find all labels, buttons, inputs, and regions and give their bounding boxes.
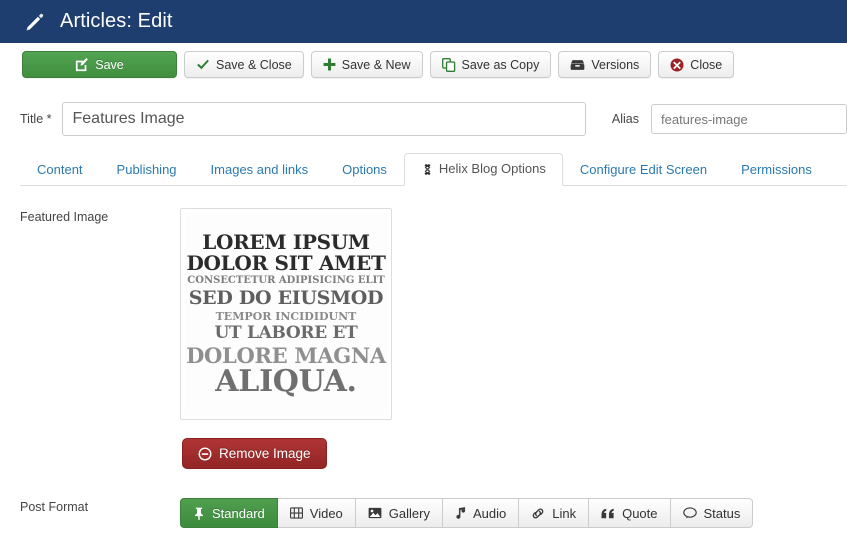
poster-line: DOLORE MAGNA bbox=[186, 345, 386, 366]
post-format-audio-label: Audio bbox=[473, 506, 506, 521]
post-format-audio-button[interactable]: Audio bbox=[443, 498, 519, 528]
tab-images-and-links-label: Images and links bbox=[211, 162, 309, 177]
save-as-copy-button[interactable]: Save as Copy bbox=[430, 51, 552, 78]
versions-button[interactable]: Versions bbox=[558, 51, 651, 78]
poster-line: UT LABORE ET bbox=[214, 325, 357, 342]
title-row: Title * Alias bbox=[0, 87, 847, 137]
minus-circle-icon bbox=[198, 447, 212, 461]
save-and-close-button[interactable]: Save & Close bbox=[184, 51, 304, 78]
tab-configure-edit-screen[interactable]: Configure Edit Screen bbox=[563, 154, 724, 186]
tab-bar: Content Publishing Images and links Opti… bbox=[0, 154, 847, 186]
speech-bubble-icon bbox=[683, 507, 697, 519]
tab-publishing-label: Publishing bbox=[117, 162, 177, 177]
tab-configure-edit-screen-label: Configure Edit Screen bbox=[580, 162, 707, 177]
title-label: Title * bbox=[20, 112, 52, 126]
title-input[interactable] bbox=[62, 102, 586, 136]
post-format-status-button[interactable]: Status bbox=[671, 498, 754, 528]
tab-options-label: Options bbox=[342, 162, 387, 177]
tab-permissions[interactable]: Permissions bbox=[724, 154, 829, 186]
poster-line: LOREM IPSUM bbox=[202, 232, 370, 252]
alias-input[interactable] bbox=[651, 104, 847, 134]
tab-options[interactable]: Options bbox=[325, 154, 404, 186]
close-button-label: Close bbox=[690, 58, 722, 72]
save-and-close-label: Save & Close bbox=[216, 58, 292, 72]
helix-blog-options-panel: Featured Image LOREM IPSUM DOLOR SIT AME… bbox=[0, 186, 847, 528]
poster-line: CONSECTETUR ADIPISICING ELIT bbox=[187, 276, 384, 286]
close-button[interactable]: Close bbox=[658, 51, 734, 78]
save-as-copy-label: Save as Copy bbox=[462, 58, 540, 72]
featured-image-thumbnail[interactable]: LOREM IPSUM DOLOR SIT AMET CONSECTETUR A… bbox=[180, 208, 392, 420]
remove-image-button[interactable]: Remove Image bbox=[182, 438, 327, 469]
toolbar: Save Save & Close Save & New Save as Cop… bbox=[0, 43, 847, 87]
copy-icon bbox=[442, 58, 456, 72]
chain-link-icon bbox=[531, 507, 545, 520]
save-button[interactable]: Save bbox=[22, 51, 177, 78]
post-format-standard-button[interactable]: Standard bbox=[180, 498, 278, 528]
poster-line: TEMPOR INCIDIDUNT bbox=[216, 311, 357, 322]
save-edit-icon bbox=[75, 58, 89, 72]
post-format-button-group: Standard Video bbox=[180, 498, 753, 528]
poster-line: ALIQUA. bbox=[215, 367, 356, 397]
quote-marks-icon bbox=[601, 508, 615, 519]
post-format-link-label: Link bbox=[552, 506, 576, 521]
featured-image-row: Featured Image LOREM IPSUM DOLOR SIT AME… bbox=[0, 208, 847, 469]
post-format-status-label: Status bbox=[704, 506, 741, 521]
post-format-quote-button[interactable]: Quote bbox=[589, 498, 670, 528]
tab-images-and-links[interactable]: Images and links bbox=[194, 154, 326, 186]
save-and-new-button[interactable]: Save & New bbox=[311, 51, 423, 78]
pushpin-icon bbox=[193, 507, 205, 520]
tab-content-label: Content bbox=[37, 162, 83, 177]
alias-label: Alias bbox=[612, 112, 639, 126]
post-format-row: Post Format Standard bbox=[0, 498, 847, 528]
post-format-video-button[interactable]: Video bbox=[278, 498, 356, 528]
tab-permissions-label: Permissions bbox=[741, 162, 812, 177]
featured-image-canvas: LOREM IPSUM DOLOR SIT AMET CONSECTETUR A… bbox=[185, 213, 387, 415]
save-and-new-label: Save & New bbox=[342, 58, 411, 72]
post-format-quote-label: Quote bbox=[622, 506, 657, 521]
post-format-gallery-button[interactable]: Gallery bbox=[356, 498, 443, 528]
film-icon bbox=[290, 507, 303, 519]
pencil-icon bbox=[22, 9, 48, 35]
plus-icon bbox=[323, 58, 336, 71]
featured-image-label: Featured Image bbox=[0, 208, 180, 469]
music-note-icon bbox=[455, 507, 466, 520]
poster-line: DOLOR SIT AMET bbox=[186, 253, 385, 273]
tab-helix-blog-options[interactable]: Helix Blog Options bbox=[404, 153, 563, 186]
remove-image-label: Remove Image bbox=[219, 446, 311, 461]
post-format-link-button[interactable]: Link bbox=[519, 498, 589, 528]
picture-icon bbox=[368, 507, 382, 519]
tab-publishing[interactable]: Publishing bbox=[100, 154, 194, 186]
tab-content[interactable]: Content bbox=[20, 154, 100, 186]
page-header: Articles: Edit bbox=[0, 0, 847, 43]
joomla-icon bbox=[421, 163, 434, 176]
post-format-video-label: Video bbox=[310, 506, 343, 521]
versions-label: Versions bbox=[591, 58, 639, 72]
close-circle-icon bbox=[670, 58, 684, 72]
post-format-gallery-label: Gallery bbox=[389, 506, 430, 521]
page-title: Articles: Edit bbox=[60, 10, 173, 33]
post-format-standard-label: Standard bbox=[212, 506, 265, 521]
post-format-label: Post Format bbox=[0, 498, 180, 528]
tab-helix-blog-options-label: Helix Blog Options bbox=[439, 161, 546, 177]
save-button-label: Save bbox=[95, 58, 124, 72]
archive-icon bbox=[570, 59, 585, 71]
poster-line: SED DO EIUSMOD bbox=[189, 289, 383, 308]
check-icon bbox=[196, 59, 210, 71]
